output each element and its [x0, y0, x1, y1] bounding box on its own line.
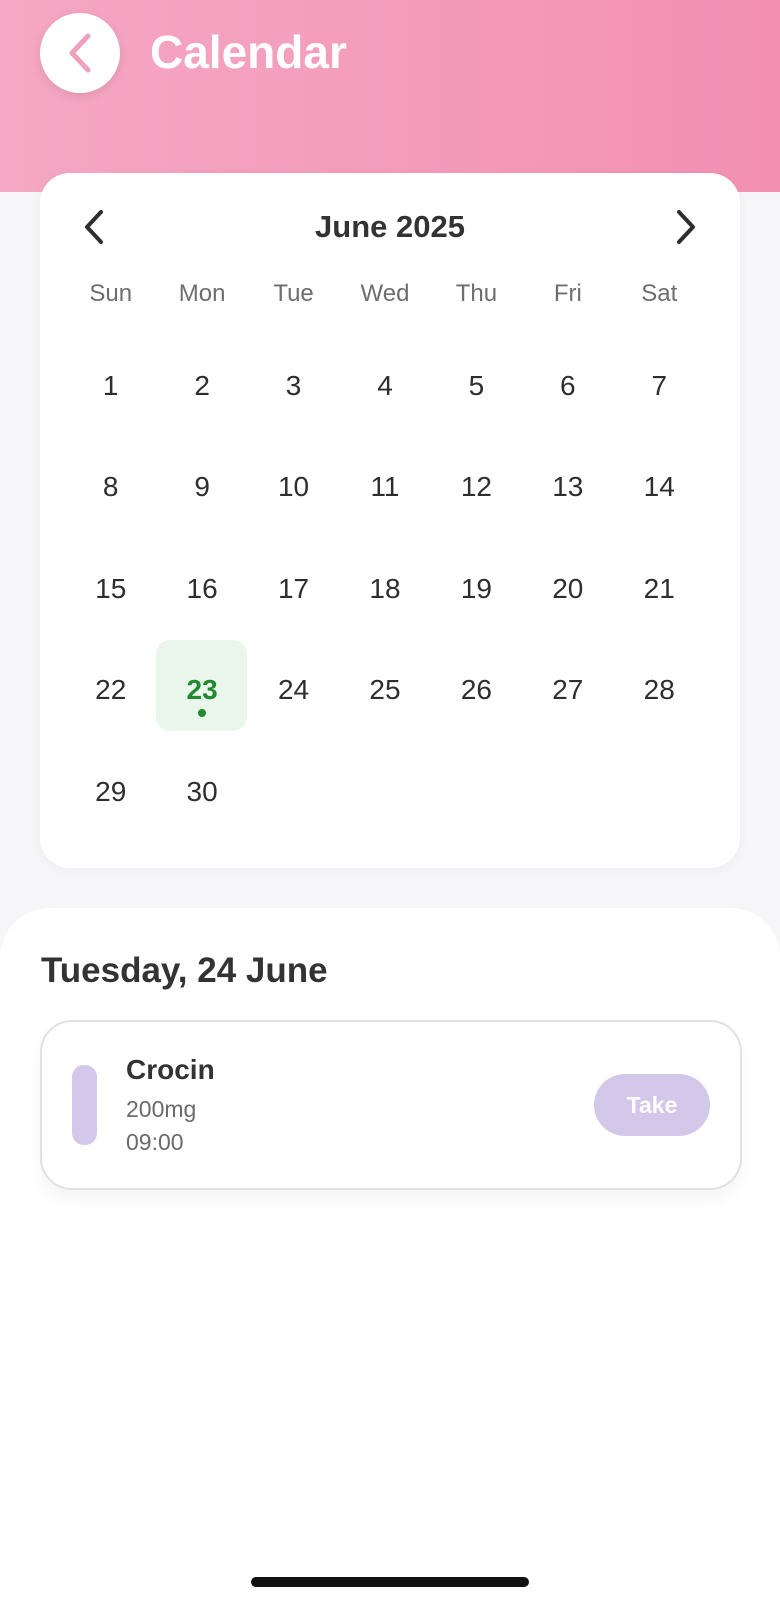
calendar-card: June 2025 Sun Mon Tue Wed Thu Fri Sat 12… [40, 173, 740, 868]
calendar-day-number: 18 [369, 572, 401, 604]
calendar-day[interactable]: 18 [339, 538, 430, 640]
calendar-day-number: 23 [186, 674, 218, 706]
weekday-label: Mon [178, 280, 226, 307]
calendar-day-number: 22 [95, 674, 127, 706]
page-title: Calendar [150, 26, 347, 78]
calendar-day-number: 27 [552, 674, 584, 706]
calendar-day[interactable]: 10 [248, 437, 339, 539]
calendar-day[interactable]: 17 [248, 538, 339, 640]
calendar-day[interactable]: 5 [431, 335, 522, 437]
calendar-day-number: 11 [370, 471, 400, 503]
calendar-day-number: 4 [377, 369, 393, 401]
event-dot-indicator [197, 708, 206, 717]
calendar-day-grid: 1 2 3 4 5 6 7 8 9 10 11 12 13 14 15 16 17 18 19 20 21 22 23 24 2… [65, 335, 705, 843]
calendar-day[interactable]: 22 [65, 640, 156, 742]
weekday-label: Tue [273, 280, 314, 307]
calendar-day-number: 7 [651, 369, 668, 401]
schedule-sheet: Tuesday, 24 June Crocin 200mg 09:00 Take [0, 908, 780, 1600]
calendar-day-number: 1 [102, 369, 119, 401]
selected-date-heading: Tuesday, 24 June [41, 951, 328, 990]
calendar-day-number: 29 [95, 775, 127, 807]
calendar-day-number: 6 [560, 369, 576, 401]
calendar-day-selected[interactable]: 23 [156, 639, 248, 742]
medication-time: 09:00 [126, 1129, 184, 1155]
calendar-day[interactable]: 25 [339, 640, 430, 742]
calendar-day[interactable]: 26 [431, 640, 522, 742]
weekday-label: Thu [455, 280, 498, 307]
calendar-day[interactable]: 9 [156, 437, 247, 539]
calendar-day-number: 21 [643, 572, 675, 604]
calendar-day-number: 19 [460, 572, 492, 604]
calendar-day-number: 9 [194, 471, 210, 503]
header-banner: Calendar [0, 0, 780, 192]
take-button[interactable]: Take [594, 1074, 710, 1136]
calendar-day[interactable]: 28 [614, 640, 705, 742]
medication-color-bar [72, 1065, 97, 1145]
calendar-day-number: 12 [460, 471, 492, 503]
calendar-day[interactable]: 6 [522, 335, 613, 437]
calendar-day-number: 2 [194, 369, 210, 401]
calendar-day-number: 26 [460, 674, 492, 706]
calendar-day-number: 10 [277, 471, 310, 503]
calendar-day[interactable]: 30 [156, 741, 247, 843]
calendar-day-number: 16 [186, 572, 218, 604]
calendar-day[interactable]: 8 [65, 437, 156, 539]
calendar-day[interactable]: 15 [65, 538, 156, 640]
calendar-day[interactable]: 12 [431, 437, 522, 539]
calendar-day[interactable]: 2 [156, 335, 247, 437]
calendar-day-number: 17 [277, 572, 310, 604]
calendar-day[interactable]: 20 [522, 538, 613, 640]
calendar-day[interactable]: 14 [614, 437, 705, 539]
calendar-day[interactable]: 27 [522, 640, 613, 742]
medication-name: Crocin [126, 1054, 215, 1085]
month-label: June 2025 [315, 209, 465, 244]
weekday-label: Wed [360, 280, 410, 307]
calendar-day-number: 8 [102, 471, 119, 503]
weekday-label: Sat [641, 280, 678, 307]
calendar-day[interactable]: 24 [248, 640, 339, 742]
calendar-day-number: 3 [285, 369, 302, 401]
calendar-day[interactable]: 16 [156, 538, 247, 640]
next-month-button[interactable] [662, 203, 710, 251]
calendar-day[interactable]: 19 [431, 538, 522, 640]
calendar-day[interactable]: 21 [614, 538, 705, 640]
calendar-day-number: 28 [643, 674, 675, 706]
weekday-label: Sun [89, 280, 133, 307]
calendar-day[interactable]: 29 [65, 741, 156, 843]
calendar-day[interactable]: 3 [248, 335, 339, 437]
home-indicator [251, 1577, 529, 1587]
back-button[interactable] [40, 13, 120, 93]
calendar-day-number: 30 [186, 775, 218, 807]
chevron-right-icon [677, 210, 695, 244]
weekday-label: Fri [553, 280, 582, 307]
calendar-day-number: 13 [552, 471, 584, 503]
calendar-day-number: 15 [95, 572, 127, 604]
calendar-day[interactable]: 1 [65, 335, 156, 437]
calendar-day-number: 14 [643, 471, 675, 503]
calendar-day[interactable]: 7 [614, 335, 705, 437]
calendar-day[interactable]: 4 [339, 335, 430, 437]
calendar-day[interactable]: 11 [339, 437, 430, 539]
calendar-day-number: 5 [468, 369, 485, 401]
calendar-day-number: 25 [369, 674, 401, 706]
weekday-header: Sun Mon Tue Wed Thu Fri Sat [65, 279, 705, 309]
medication-card[interactable]: Crocin 200mg 09:00 Take [40, 1020, 742, 1190]
chevron-left-icon [69, 33, 91, 73]
calendar-day-number: 20 [552, 572, 584, 604]
medication-dose: 200mg [126, 1096, 197, 1122]
calendar-day[interactable]: 13 [522, 437, 613, 539]
calendar-day-number: 24 [277, 674, 310, 706]
